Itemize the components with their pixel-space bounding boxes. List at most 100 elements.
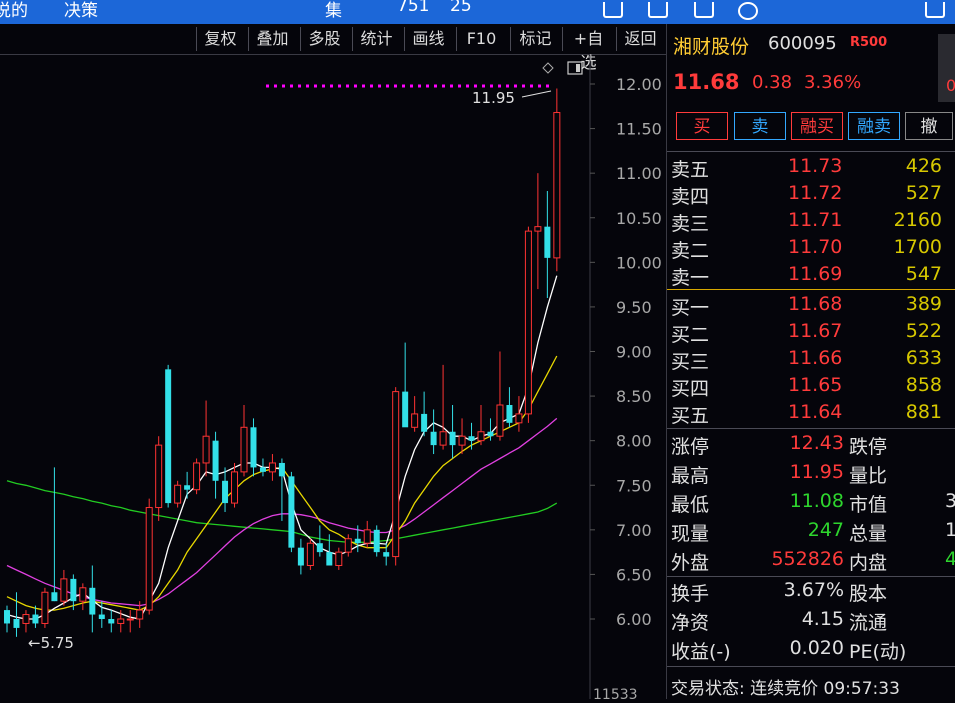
stat-label: 净资 [671, 612, 710, 634]
toolbar-button-mark[interactable]: 标记 [510, 27, 560, 51]
toolbar-button-stats[interactable]: 统计 [352, 27, 400, 51]
ask-volume: 2160 [893, 209, 942, 231]
candle-body [534, 226, 542, 232]
ask-price: 11.71 [788, 209, 843, 231]
stat-label: 涨停 [671, 436, 710, 458]
bid-volume: 858 [905, 374, 942, 396]
toolbar-button-overlay[interactable]: 叠加 [248, 27, 296, 51]
toolbar-icon[interactable] [603, 2, 623, 18]
ask-label: 卖五 [671, 159, 710, 181]
candle-body [259, 467, 266, 472]
y-tick-label: 12.00 [616, 75, 662, 94]
candle-body [392, 391, 400, 558]
ask-row[interactable]: 卖二 11.70 1700 [667, 234, 955, 262]
candle-body [70, 578, 77, 602]
top-menu-item[interactable]: 说的 [0, 0, 28, 21]
stat-label: 量比 [849, 465, 888, 487]
candle-body [126, 618, 134, 621]
bid-label: 买三 [671, 351, 710, 373]
price-change: 0.38 [752, 72, 793, 93]
stat-value: 552826 [771, 548, 844, 570]
stat-label: 最低 [671, 494, 710, 516]
candle-body [4, 610, 10, 624]
bid-price: 11.66 [788, 347, 843, 369]
r-badge: R500 [850, 35, 888, 50]
toolbar-button-multi[interactable]: 多股 [300, 27, 348, 51]
divider [667, 428, 955, 429]
bid-row[interactable]: 买五 11.64 881 [667, 399, 955, 427]
stock-name: 湘财股份 [673, 36, 750, 58]
top-menu-bar: 说的 决策 集 751 25 [0, 0, 955, 24]
toolbar-icon[interactable] [738, 2, 758, 20]
stat-label: 市值 [849, 494, 888, 516]
margin-buy-button[interactable]: 融买 [791, 112, 843, 140]
bid-volume: 522 [905, 320, 942, 342]
toolbar-button-back[interactable]: 返回 [616, 27, 664, 51]
buy-button[interactable]: 买 [676, 112, 728, 140]
bid-row[interactable]: 买三 11.66 633 [667, 345, 955, 373]
y-tick-label: 11.00 [616, 164, 662, 183]
y-tick-label: 6.50 [616, 565, 652, 584]
candle-body [524, 230, 532, 415]
toolbar-icon[interactable] [648, 2, 668, 18]
stat-value: 12.43 [789, 432, 844, 454]
bid-label: 买四 [671, 378, 710, 400]
toolbar-button-f10[interactable]: F10 [456, 27, 506, 51]
candle-body [89, 587, 96, 615]
bid-volume: 389 [905, 293, 942, 315]
candle-body [250, 427, 257, 468]
ask-label: 卖一 [671, 267, 710, 289]
stat-row: 换手 3.67% 股本 [667, 577, 955, 605]
trading-status: 交易状态: 连续竞价 09:57:33 [671, 679, 900, 699]
ask-row[interactable]: 卖四 11.72 527 [667, 180, 955, 208]
bid-label: 买一 [671, 297, 710, 319]
toolbar-button-fuquan[interactable]: 复权 [196, 27, 244, 51]
ask-row[interactable]: 卖五 11.73 426 [667, 153, 955, 181]
candle-body [316, 543, 323, 553]
stat-value: 1 [945, 519, 955, 541]
toolbar-icon[interactable] [925, 2, 945, 18]
candle-body [288, 476, 295, 548]
candle-body [458, 435, 466, 446]
candle-body [430, 431, 437, 446]
bid-row[interactable]: 买二 11.67 522 [667, 318, 955, 346]
top-menu-item[interactable]: 集 [325, 0, 342, 21]
sell-button[interactable]: 卖 [734, 112, 786, 140]
margin-sell-button[interactable]: 融卖 [848, 112, 900, 140]
stat-value: 3.67% [783, 579, 844, 601]
stat-label: 股本 [849, 583, 888, 605]
ask-row[interactable]: 卖三 11.71 2160 [667, 207, 955, 235]
candle-body [193, 462, 201, 491]
kline-chart[interactable]: 12.00 11.50 11.00 10.50 10.00 9.50 9.00 8.50 8.0… [0, 55, 666, 703]
toolbar-button-add-watch[interactable]: +自选 [562, 27, 614, 72]
candle-body [136, 609, 144, 620]
candle-body [32, 614, 39, 624]
candle-body [268, 462, 276, 473]
bid-price: 11.68 [788, 293, 843, 315]
top-menu-item[interactable]: 决策 [64, 0, 98, 21]
kline-chart-svg: 12.00 11.50 11.00 10.50 10.00 9.50 9.00 8.50 8.0… [4, 55, 662, 703]
top-menu-item[interactable]: 25 [450, 0, 472, 16]
candle-body [222, 480, 229, 504]
toolbar-icon[interactable] [694, 2, 714, 18]
side-panel-tab[interactable]: 0 [938, 34, 955, 102]
stock-code: 600095 [768, 33, 837, 54]
candle-body [297, 547, 304, 566]
ask-price: 11.70 [788, 236, 843, 258]
stat-value: 4 [945, 548, 955, 570]
candle-body [145, 507, 153, 611]
top-menu-item[interactable]: 751 [397, 0, 429, 16]
candle-body [306, 542, 314, 567]
bid-row[interactable]: 买一 11.68 389 [667, 291, 955, 319]
y-tick-label: 7.00 [616, 521, 652, 540]
candle-body [108, 619, 115, 624]
candle-body [354, 538, 361, 544]
divider [667, 666, 955, 667]
panel-toggle-icon-fill [576, 64, 580, 72]
stat-label: 外盘 [671, 552, 710, 574]
cancel-order-button[interactable]: 撤 [905, 112, 953, 140]
toolbar-button-draw[interactable]: 画线 [404, 27, 452, 51]
ask-row[interactable]: 卖一 11.69 547 [667, 261, 955, 289]
y-tick-label: 8.50 [616, 387, 652, 406]
bid-row[interactable]: 买四 11.65 858 [667, 372, 955, 400]
